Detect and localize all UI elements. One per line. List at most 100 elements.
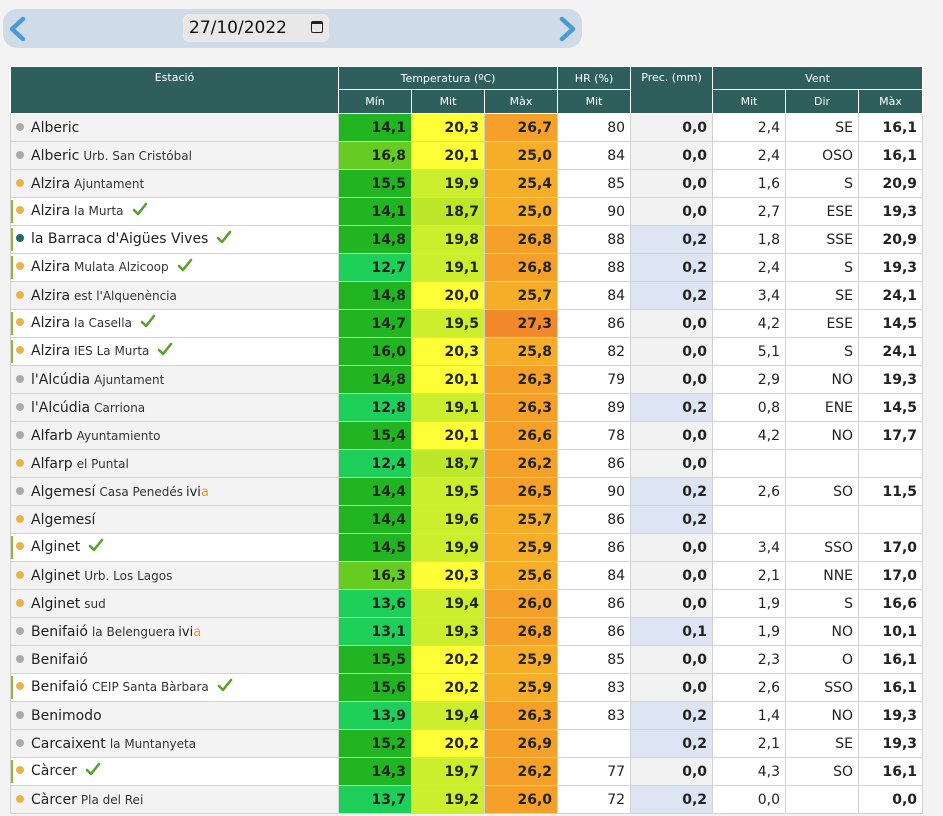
table-row[interactable]: Alzira la Casella 14,7 19,5 27,3 86 0,0 4,2 ESE 1… bbox=[10, 309, 924, 338]
station-cell[interactable]: Alginet sud bbox=[10, 589, 339, 618]
station-cell[interactable]: Alfarb Ayuntamiento bbox=[10, 421, 339, 450]
wind-dir-cell: S bbox=[785, 253, 860, 282]
station-cell[interactable]: Alberic bbox=[10, 113, 339, 142]
station-cell[interactable]: Alfarp el Puntal bbox=[10, 449, 339, 478]
table-row[interactable]: Alzira Mulata Alzicoop 12,7 19,1 26,8 88 0,2 2,… bbox=[10, 253, 924, 282]
humidity-cell: 90 bbox=[557, 197, 632, 226]
header-prec[interactable]: Prec. (mm) bbox=[630, 66, 714, 114]
station-cell[interactable]: l'Alcúdia Ajuntament bbox=[10, 365, 339, 394]
temp-mit-cell: 20,2 bbox=[411, 645, 485, 674]
table-row[interactable]: Alzira IES La Murta 16,0 20,3 25,8 82 0,0 5,1 S 2… bbox=[10, 337, 924, 366]
header-temp-mit[interactable]: Mit bbox=[411, 89, 485, 114]
table-row[interactable]: Alzira est l'Alquenència 14,8 20,0 25,7 84 0,2… bbox=[10, 281, 924, 310]
table-row[interactable]: Alginet Urb. Los Lagos 16,3 20,3 25,6 84 0,0 2,… bbox=[10, 561, 924, 590]
table-row[interactable]: Algemesí Casa Penedés ivia 14,4 19,5 26,5 90 0,… bbox=[10, 477, 924, 506]
station-cell[interactable]: Alzira est l'Alquenència bbox=[10, 281, 339, 310]
station-cell[interactable]: Benifaió bbox=[10, 645, 339, 674]
station-status-dot bbox=[16, 570, 24, 579]
next-day-button[interactable] bbox=[555, 16, 579, 42]
precipitation-cell: 0,2 bbox=[630, 505, 714, 534]
header-station[interactable]: Estació bbox=[10, 66, 339, 114]
table-row[interactable]: Alginet sud 13,6 19,4 26,0 86 0,0 1,9 S 16,6 bbox=[10, 589, 924, 618]
station-cell[interactable]: Alberic Urb. San Cristóbal bbox=[10, 141, 339, 170]
station-cell[interactable]: Carcaixent la Muntanyeta bbox=[10, 729, 339, 758]
wind-mit-cell: 1,6 bbox=[712, 169, 787, 198]
table-row[interactable]: Càrcer 14,3 19,7 26,2 77 0,0 4,3 SO 16,1 bbox=[10, 757, 924, 786]
precipitation-cell: 0,2 bbox=[630, 477, 714, 506]
wind-max-cell bbox=[858, 505, 924, 534]
wind-max-cell: 16,1 bbox=[858, 757, 924, 786]
station-name: Benimodo bbox=[31, 707, 102, 724]
station-location: Urb. Los Lagos bbox=[84, 568, 173, 583]
table-row[interactable]: Benifaió la Belenguera ivia 13,1 19,3 26,8 86 0… bbox=[10, 617, 924, 646]
station-cell[interactable]: Alginet Urb. Los Lagos bbox=[10, 561, 339, 590]
station-cell[interactable]: Càrcer bbox=[10, 757, 339, 786]
station-cell[interactable]: l'Alcúdia Carriona bbox=[10, 393, 339, 422]
precipitation-cell: 0,0 bbox=[630, 533, 714, 562]
station-status-dot bbox=[16, 318, 24, 326]
station-cell[interactable]: Algemesí Casa Penedés ivia bbox=[10, 477, 339, 506]
station-cell[interactable]: Càrcer Pla del Rei bbox=[10, 785, 339, 814]
check-icon bbox=[216, 230, 232, 249]
header-wind-dir[interactable]: Dir bbox=[785, 89, 860, 114]
table-row[interactable]: Alberic 14,1 20,3 26,7 80 0,0 2,4 SE 16,1 bbox=[10, 113, 924, 142]
precipitation-cell: 0,2 bbox=[630, 225, 714, 254]
temp-max-cell: 26,2 bbox=[483, 757, 559, 786]
check-icon bbox=[140, 314, 156, 333]
station-cell[interactable]: Benifaió CEIP Santa Bàrbara bbox=[10, 673, 339, 702]
check-icon bbox=[217, 678, 233, 697]
wind-dir-cell: O bbox=[785, 645, 860, 674]
table-row[interactable]: Càrcer Pla del Rei 13,7 19,2 26,0 72 0,2 0,0 0,0 bbox=[10, 785, 924, 814]
header-temp-min[interactable]: Mín bbox=[338, 89, 412, 114]
table-row[interactable]: Benifaió CEIP Santa Bàrbara 15,6 20,2 25,9 83… bbox=[10, 673, 924, 702]
table-row[interactable]: Algemesí 14,4 19,6 25,7 86 0,2 bbox=[10, 505, 924, 534]
table-row[interactable]: Alberic Urb. San Cristóbal 16,8 20,1 25,0 84 0… bbox=[10, 141, 924, 170]
header-wind-mit[interactable]: Mit bbox=[712, 89, 787, 114]
station-cell[interactable]: Alzira Ajuntament bbox=[10, 169, 339, 198]
station-status-dot bbox=[16, 374, 24, 383]
humidity-cell: 83 bbox=[557, 673, 632, 702]
table-row[interactable]: Alzira Ajuntament 15,5 19,9 25,4 85 0,0 1,6 S 20,… bbox=[10, 169, 924, 198]
humidity-cell: 79 bbox=[557, 365, 632, 394]
station-location: la Murta bbox=[74, 204, 124, 218]
date-input[interactable]: 27/10/2022 bbox=[183, 14, 329, 42]
station-cell[interactable]: Alzira la Murta bbox=[10, 197, 339, 226]
station-cell[interactable]: Alzira Mulata Alzicoop bbox=[10, 253, 339, 282]
station-cell[interactable]: Benimodo bbox=[10, 701, 339, 730]
wind-max-cell bbox=[858, 449, 924, 478]
table-row[interactable]: Alfarb Ayuntamiento 15,4 20,1 26,6 78 0,0 4,2 NO… bbox=[10, 421, 924, 450]
previous-day-button[interactable] bbox=[6, 16, 30, 42]
station-name: Càrcer bbox=[31, 791, 77, 808]
calendar-icon[interactable] bbox=[311, 21, 323, 33]
header-wind-max[interactable]: Màx bbox=[858, 89, 924, 114]
temp-mit-cell: 19,2 bbox=[411, 785, 485, 814]
precipitation-cell: 0,0 bbox=[630, 589, 714, 618]
table-row[interactable]: Carcaixent la Muntanyeta 15,2 20,2 26,9 0,2 2,… bbox=[10, 729, 924, 758]
table-row[interactable]: l'Alcúdia Ajuntament 14,8 20,1 26,3 79 0,0 2,9 N… bbox=[10, 365, 924, 394]
header-temperature: Temperatura (ºC) bbox=[337, 66, 559, 90]
station-cell[interactable]: Alginet bbox=[10, 533, 339, 562]
table-row[interactable]: la Barraca d'Aigües Vives 14,8 19,8 26,8 88 0… bbox=[10, 225, 924, 254]
table-row[interactable]: l'Alcúdia Carriona 12,8 19,1 26,3 89 0,2 0,8 ENE… bbox=[10, 393, 924, 422]
temp-mit-cell: 19,4 bbox=[411, 701, 485, 730]
station-cell[interactable]: la Barraca d'Aigües Vives bbox=[10, 225, 339, 254]
temp-min-cell: 13,1 bbox=[338, 617, 412, 646]
temp-mit-cell: 20,3 bbox=[411, 337, 485, 366]
table-row[interactable]: Alginet 14,5 19,9 25,9 86 0,0 3,4 SSO 17,0 bbox=[10, 533, 924, 562]
station-cell[interactable]: Alzira la Casella bbox=[10, 309, 339, 338]
table-row[interactable]: Benifaió 15,5 20,2 25,9 85 0,0 2,3 O 16,1 bbox=[10, 645, 924, 674]
header-temp-max[interactable]: Màx bbox=[483, 89, 559, 114]
station-cell[interactable]: Alzira IES La Murta bbox=[10, 337, 339, 366]
station-cell[interactable]: Algemesí bbox=[10, 505, 339, 534]
table-row[interactable]: Alzira la Murta 14,1 18,7 25,0 90 0,0 2,7 ESE 19,… bbox=[10, 197, 924, 226]
header-hr-mit[interactable]: Mit bbox=[557, 89, 632, 114]
temp-min-cell: 14,4 bbox=[338, 477, 412, 506]
table-row[interactable]: Alfarp el Puntal 12,4 18,7 26,2 86 0,0 bbox=[10, 449, 924, 478]
table-row[interactable]: Benimodo 13,9 19,4 26,3 83 0,2 1,4 NO 19,3 bbox=[10, 701, 924, 730]
precipitation-cell: 0,0 bbox=[630, 197, 714, 226]
station-name: Benifaió bbox=[31, 679, 88, 695]
station-cell[interactable]: Benifaió la Belenguera ivia bbox=[10, 617, 339, 646]
station-name: Alzira bbox=[31, 259, 71, 275]
wind-max-cell: 0,0 bbox=[858, 785, 924, 814]
temp-max-cell: 25,4 bbox=[483, 169, 559, 198]
